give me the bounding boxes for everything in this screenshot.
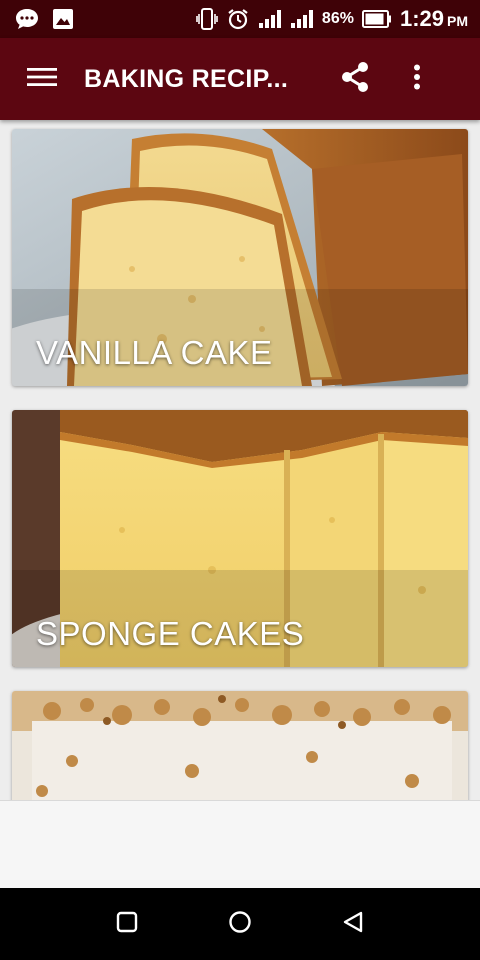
image-icon [52, 8, 74, 30]
share-icon [340, 61, 370, 98]
recents-button[interactable] [97, 894, 157, 954]
recipe-card-3-image [12, 691, 468, 800]
bottom-blank-area [0, 800, 480, 888]
recipe-card-3[interactable] [12, 691, 468, 800]
menu-button[interactable] [0, 38, 84, 120]
clock-ampm: PM [447, 13, 468, 29]
navigation-bar [0, 888, 480, 960]
signal-icon [258, 9, 282, 29]
clock: 1:29 PM [400, 6, 468, 32]
battery-icon [361, 10, 392, 28]
battery-percent: 86% [321, 10, 354, 27]
recipe-card-title: SPONGE CAKES [36, 615, 305, 652]
more-options-button[interactable] [386, 38, 448, 120]
home-button[interactable] [210, 894, 270, 954]
message-bubble-icon [14, 7, 40, 31]
status-right: 86% 1:29 PM [196, 6, 468, 32]
back-triangle-icon [342, 910, 364, 939]
recipe-card-vanilla-cake[interactable]: VANILLA CAKE [12, 129, 468, 386]
menu-icon [27, 66, 57, 93]
recents-square-icon [116, 911, 138, 938]
signal-icon-2 [290, 9, 314, 29]
app-bar: BAKING RECIP... [0, 38, 480, 120]
recipe-list[interactable]: VANILLA CAKE SPONGE CAKES [0, 120, 480, 800]
status-left [14, 7, 74, 31]
clock-time: 1:29 [399, 6, 444, 31]
back-button[interactable] [323, 894, 383, 954]
alarm-icon [226, 7, 250, 31]
app-title: BAKING RECIP... [84, 64, 289, 93]
home-circle-icon [228, 910, 252, 939]
share-button[interactable] [324, 38, 386, 120]
screen: 86% 1:29 PM BAKING RECIP... VANILLA CAKE… [0, 0, 480, 960]
more-vert-icon [413, 64, 421, 95]
recipe-card-title: VANILLA CAKE [36, 334, 273, 371]
vibrate-icon [196, 7, 218, 31]
status-bar: 86% 1:29 PM [0, 0, 480, 38]
recipe-card-sponge-cakes[interactable]: SPONGE CAKES [12, 410, 468, 667]
